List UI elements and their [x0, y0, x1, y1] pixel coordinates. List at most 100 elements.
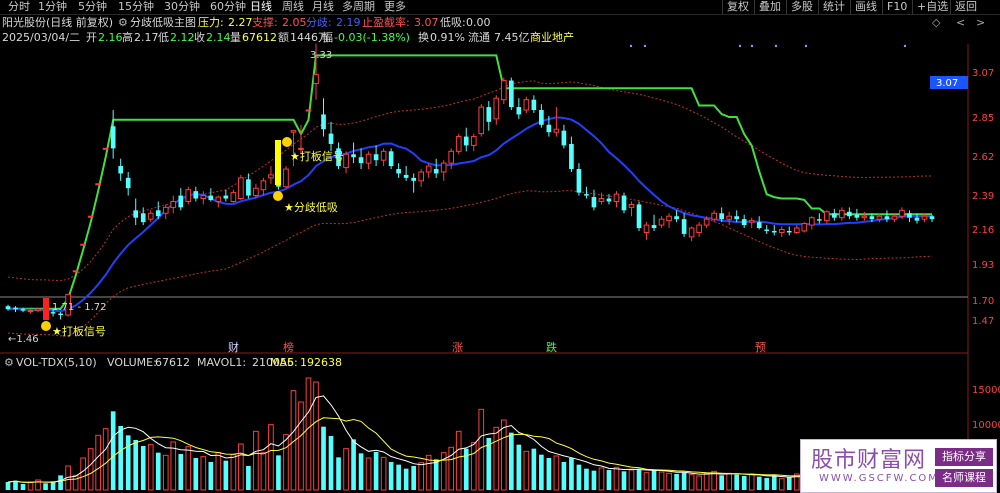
volume-bar [553, 455, 560, 491]
volume-bar [305, 377, 312, 491]
candle-body [771, 230, 777, 233]
price-axis: 3.07 2.85 2.62 2.39 2.16 1.93 1.70 1.47 … [930, 68, 994, 327]
volume-bar [756, 476, 762, 490]
volume-bar [87, 448, 94, 491]
candle-body [801, 223, 808, 232]
candle-body [433, 169, 439, 174]
volume-tick-label: 10000 [972, 420, 1000, 431]
candle-body [899, 209, 905, 217]
price-tick-label: 1.47 [972, 316, 994, 327]
volume-bar [546, 458, 552, 490]
candle-body [598, 198, 605, 202]
candle-body [396, 169, 401, 174]
volume-bar [5, 482, 11, 490]
volume-bar [569, 458, 574, 490]
candle-body [440, 162, 447, 173]
range-label: 1.71 - 1.72 [52, 302, 107, 313]
candle-body [711, 212, 717, 220]
candle-body [388, 151, 394, 167]
watermark-url: WWW.GSCFW.COM [819, 473, 939, 484]
volume-ma10-line [7, 417, 933, 483]
volume-bar [246, 466, 251, 490]
volume-bar [27, 482, 34, 491]
candle-body [425, 165, 432, 173]
candle-body [808, 217, 815, 226]
candle-body [741, 219, 747, 226]
candle-body [35, 308, 41, 312]
volume-bar [193, 458, 199, 490]
candle-body [246, 179, 251, 196]
volume-bar [200, 456, 207, 491]
candle-body [643, 224, 650, 233]
fenqi-signal-label: ★分歧低吸 [284, 201, 338, 214]
candle-body [606, 198, 612, 202]
dabang-signal-icon [41, 321, 51, 331]
price-tick-label: 1.93 [972, 260, 994, 271]
candle-body [351, 154, 356, 158]
volume-bar [643, 472, 650, 491]
volume-bar [658, 471, 665, 491]
candle-body [253, 187, 259, 197]
upper-band-line [7, 80, 932, 282]
volume-bar [223, 460, 229, 490]
candle-body [839, 209, 845, 219]
volume-bar [95, 434, 101, 491]
candle-body [238, 177, 244, 200]
volume-bar [748, 473, 755, 491]
volume-bar [500, 419, 507, 491]
price-volume-chart: 3.07 2.85 2.62 2.39 2.16 1.93 1.70 1.47 … [0, 43, 1000, 493]
volume-bar [674, 474, 679, 490]
candle-body [914, 217, 920, 221]
candle-body [215, 196, 222, 202]
candle-body [861, 215, 868, 219]
gear-icon[interactable]: ⚙ [4, 356, 14, 369]
volume-label: VOLUME: [107, 356, 157, 369]
candle-body [133, 210, 139, 218]
pressure-line [8, 54, 932, 310]
event-markers: 财 榜 涨 跌 预 [228, 340, 766, 354]
event-marker-cai: 财 [228, 340, 239, 354]
volume-bar [696, 475, 702, 491]
candle-body [907, 213, 912, 218]
candle-body [358, 157, 364, 164]
candle-body [125, 177, 131, 189]
ma5-value: 192638 [300, 356, 342, 369]
candle-body [628, 203, 635, 208]
candle-body [884, 216, 890, 220]
candle-body [493, 97, 500, 120]
candle-body [929, 216, 935, 220]
volume-bar [358, 453, 364, 490]
volume-bar [688, 474, 695, 491]
candle-body [921, 215, 928, 220]
candle-body [118, 166, 124, 174]
watermark-title: 股市财富网 [811, 448, 927, 473]
candle-body [5, 306, 11, 310]
price-tick-label: 1.70 [972, 296, 994, 307]
volume-bar [411, 466, 416, 490]
mavol1-label: MAVOL1: [197, 356, 246, 369]
volume-bar [523, 450, 530, 491]
volume-bar [276, 455, 281, 490]
volume-bar [110, 411, 116, 490]
candle-body [455, 136, 462, 152]
candle-body [155, 210, 161, 217]
candle-body [553, 128, 560, 133]
candle-body [854, 214, 860, 218]
fenqi-signal-bar [275, 140, 281, 185]
volume-bar [125, 435, 131, 490]
volume-bar [230, 454, 237, 491]
volume-bar [478, 408, 485, 491]
price-tick-label: 2.85 [972, 113, 994, 124]
candle-body [403, 174, 409, 178]
volume-indicator-name[interactable]: VOL-TDX(5,10) [16, 356, 97, 369]
volume-bar [155, 452, 161, 490]
volume-bars [5, 377, 935, 491]
dabang-signal-bar [43, 298, 49, 320]
split-line [8, 116, 933, 313]
price-tick-label: 2.16 [972, 225, 994, 236]
watermark-tag: 指标分享 [935, 448, 993, 466]
candle-body [613, 193, 620, 202]
candle-body [756, 222, 762, 229]
candle-body [448, 150, 455, 164]
volume-bar [215, 452, 222, 491]
